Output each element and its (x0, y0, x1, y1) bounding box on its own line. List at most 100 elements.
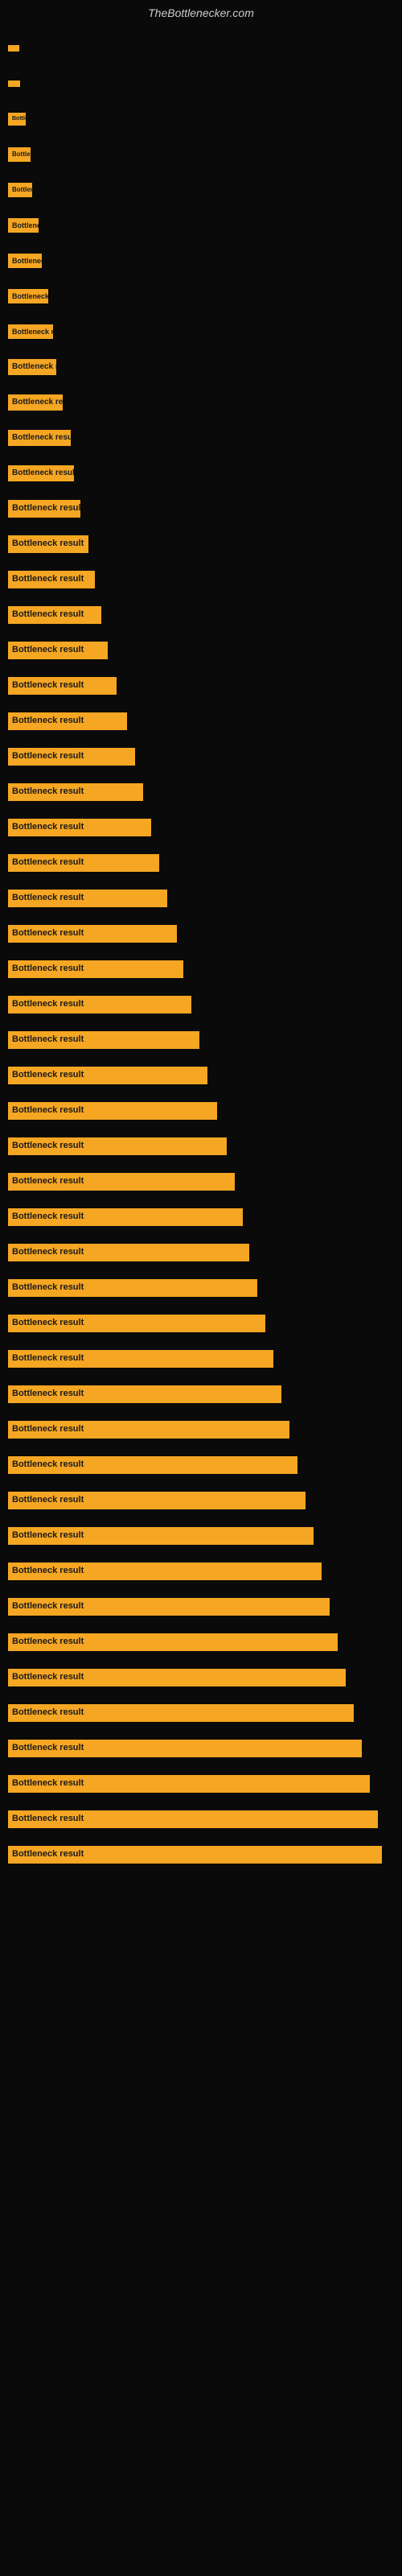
result-row: Bottleneck result (0, 704, 402, 739)
result-row: Bottleneck result (0, 349, 402, 385)
bottleneck-result-label[interactable]: Bottleneck result (8, 45, 19, 52)
bottleneck-result-label[interactable]: Bottleneck result (8, 1563, 322, 1579)
bottleneck-result-label[interactable]: Bottleneck result (8, 1775, 370, 1792)
result-row: Bottleneck result (0, 491, 402, 526)
bottleneck-result-label[interactable]: Bottleneck result (8, 218, 39, 233)
bottleneck-result-label[interactable]: Bottleneck result (8, 254, 42, 269)
result-row: Bottleneck result (0, 1731, 402, 1766)
result-row: Bottleneck result (0, 1164, 402, 1199)
bottleneck-result-label[interactable]: Bottleneck result (8, 1067, 207, 1084)
result-row: Bottleneck result (0, 279, 402, 314)
result-row: Bottleneck result (0, 1412, 402, 1447)
result-row: Bottleneck result (0, 952, 402, 987)
bottleneck-result-label[interactable]: Bottleneck result (8, 1740, 362, 1757)
bottleneck-result-label[interactable]: Bottleneck result (8, 430, 71, 446)
bottleneck-result-label[interactable]: Bottleneck result (8, 1137, 227, 1154)
bottleneck-result-label[interactable]: Bottleneck result (8, 642, 108, 658)
result-row: Bottleneck result (0, 1483, 402, 1518)
bottleneck-result-label[interactable]: Bottleneck result (8, 113, 26, 126)
result-row: Bottleneck result (0, 31, 402, 66)
result-row: Bottleneck result (0, 66, 402, 101)
result-row: Bottleneck result (0, 314, 402, 349)
bottleneck-result-label[interactable]: Bottleneck result (8, 1492, 306, 1509)
bottleneck-result-label[interactable]: Bottleneck result (8, 183, 32, 197)
result-row: Bottleneck result (0, 1660, 402, 1695)
bottleneck-result-label[interactable]: Bottleneck result (8, 500, 80, 517)
bottleneck-result-label[interactable]: Bottleneck result (8, 819, 151, 836)
result-row: Bottleneck result (0, 1695, 402, 1731)
bottleneck-result-label[interactable]: Bottleneck result (8, 1315, 265, 1331)
site-title: TheBottlenecker.com (0, 0, 402, 23)
bottleneck-result-label[interactable]: Bottleneck result (8, 1102, 217, 1119)
bottleneck-result-label[interactable]: Bottleneck result (8, 925, 177, 942)
result-row: Bottleneck result (0, 1199, 402, 1235)
bottleneck-result-label[interactable]: Bottleneck result (8, 1279, 257, 1296)
bottleneck-result-label[interactable]: Bottleneck result (8, 1456, 297, 1473)
bottleneck-result-label[interactable]: Bottleneck result (8, 1350, 273, 1367)
bottleneck-result-label[interactable]: Bottleneck result (8, 1704, 354, 1721)
result-row: Bottleneck result (0, 1341, 402, 1377)
bottleneck-result-label[interactable]: Bottleneck result (8, 1669, 346, 1686)
bottleneck-result-label[interactable]: Bottleneck result (8, 80, 20, 87)
result-row: Bottleneck result (0, 845, 402, 881)
result-row: Bottleneck result (0, 633, 402, 668)
bottleneck-result-label[interactable]: Bottleneck result (8, 854, 159, 871)
result-row: Bottleneck result (0, 881, 402, 916)
result-row: Bottleneck result (0, 1093, 402, 1129)
result-row: Bottleneck result (0, 1129, 402, 1164)
bottleneck-result-label[interactable]: Bottleneck result (8, 359, 56, 375)
result-row: Bottleneck result (0, 456, 402, 491)
bottleneck-result-label[interactable]: Bottleneck result (8, 1846, 382, 1863)
result-row: Bottleneck result (0, 243, 402, 279)
result-row: Bottleneck result (0, 385, 402, 420)
bottleneck-result-label[interactable]: Bottleneck result (8, 960, 183, 977)
bottleneck-result-label[interactable]: Bottleneck result (8, 394, 63, 411)
bottleneck-result-label[interactable]: Bottleneck result (8, 1244, 249, 1261)
bottleneck-result-label[interactable]: Bottleneck result (8, 324, 53, 340)
bottleneck-result-label[interactable]: Bottleneck result (8, 1527, 314, 1544)
result-row: Bottleneck result (0, 1058, 402, 1093)
result-row: Bottleneck result (0, 1837, 402, 1872)
bottleneck-result-label[interactable]: Bottleneck result (8, 571, 95, 588)
bottleneck-result-label[interactable]: Bottleneck result (8, 535, 88, 552)
bottleneck-result-label[interactable]: Bottleneck result (8, 289, 48, 304)
result-row: Bottleneck result (0, 1377, 402, 1412)
result-row: Bottleneck result (0, 1624, 402, 1660)
result-row: Bottleneck result (0, 916, 402, 952)
bottleneck-result-label[interactable]: Bottleneck result (8, 1633, 338, 1650)
result-row: Bottleneck result (0, 774, 402, 810)
bottleneck-result-label[interactable]: Bottleneck result (8, 890, 167, 906)
bottleneck-result-label[interactable]: Bottleneck result (8, 783, 143, 800)
result-row: Bottleneck result (0, 1766, 402, 1802)
result-row: Bottleneck result (0, 526, 402, 562)
bottleneck-result-label[interactable]: Bottleneck result (8, 1421, 289, 1438)
bottleneck-result-label[interactable]: Bottleneck result (8, 1173, 235, 1190)
result-row: Bottleneck result (0, 597, 402, 633)
result-row: Bottleneck result (0, 1518, 402, 1554)
bottleneck-result-label[interactable]: Bottleneck result (8, 606, 101, 623)
bottleneck-result-label[interactable]: Bottleneck result (8, 465, 74, 481)
result-row: Bottleneck result (0, 1802, 402, 1837)
result-row: Bottleneck result (0, 810, 402, 845)
result-row: Bottleneck result (0, 1447, 402, 1483)
result-row: Bottleneck result (0, 668, 402, 704)
result-row: Bottleneck result (0, 739, 402, 774)
bottleneck-result-label[interactable]: Bottleneck result (8, 677, 117, 694)
result-row: Bottleneck result (0, 562, 402, 597)
result-row: Bottleneck result (0, 1554, 402, 1589)
bottleneck-result-label[interactable]: Bottleneck result (8, 748, 135, 765)
bottleneck-result-label[interactable]: Bottleneck result (8, 147, 31, 162)
bottleneck-result-label[interactable]: Bottleneck result (8, 996, 191, 1013)
result-row: Bottleneck result (0, 1306, 402, 1341)
result-row: Bottleneck result (0, 1022, 402, 1058)
bottleneck-result-label[interactable]: Bottleneck result (8, 1810, 378, 1827)
bottleneck-result-label[interactable]: Bottleneck result (8, 712, 127, 729)
result-row: Bottleneck result (0, 1270, 402, 1306)
result-row: Bottleneck result (0, 1589, 402, 1624)
bottleneck-result-label[interactable]: Bottleneck result (8, 1208, 243, 1225)
result-row: Bottleneck result (0, 172, 402, 208)
bottleneck-result-label[interactable]: Bottleneck result (8, 1031, 199, 1048)
bottleneck-result-label[interactable]: Bottleneck result (8, 1598, 330, 1615)
result-row: Bottleneck result (0, 101, 402, 137)
bottleneck-result-label[interactable]: Bottleneck result (8, 1385, 281, 1402)
